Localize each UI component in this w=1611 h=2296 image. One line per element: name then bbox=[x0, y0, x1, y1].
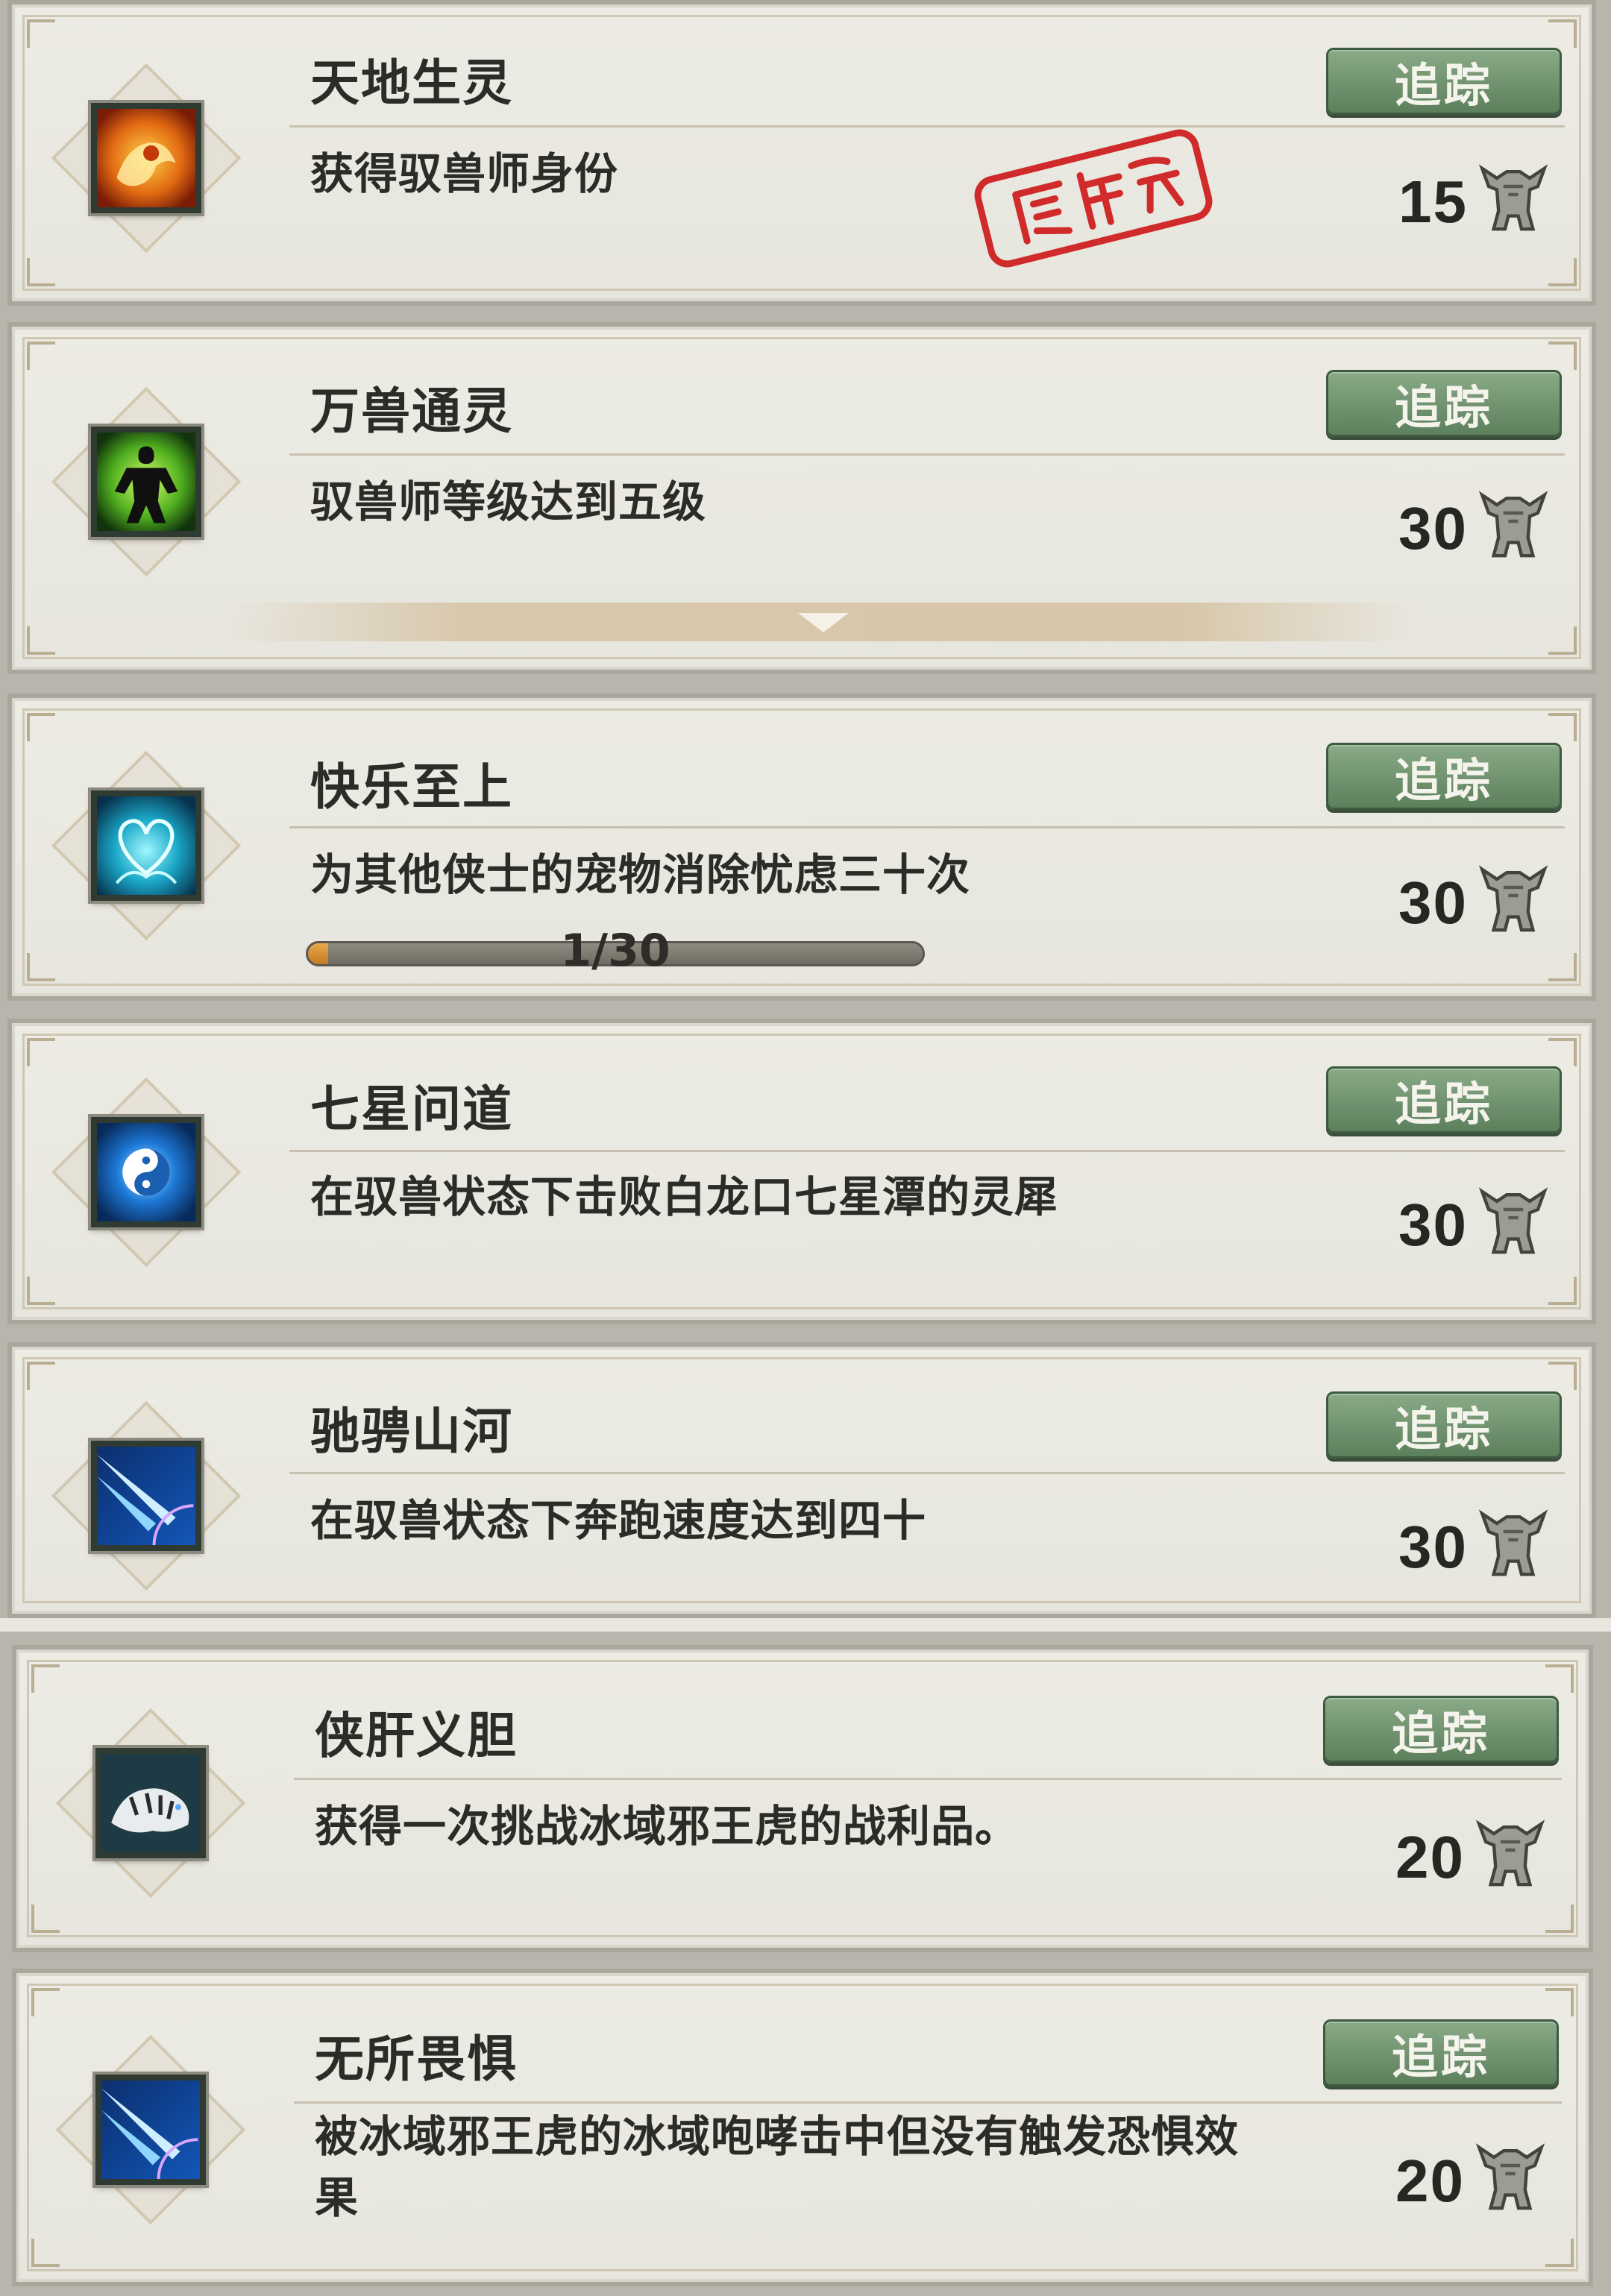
vessel-icon bbox=[1478, 865, 1548, 932]
reward-points: 30 bbox=[1398, 1514, 1468, 1580]
achievement-icon-frame bbox=[51, 386, 242, 577]
completed-stamp bbox=[974, 129, 1213, 268]
light-streak-icon bbox=[95, 2075, 206, 2185]
spirit-heart-icon bbox=[91, 790, 201, 901]
track-button[interactable]: 追踪 bbox=[1323, 2019, 1559, 2086]
track-button[interactable]: 追踪 bbox=[1323, 1696, 1559, 1763]
achievement-title: 快乐至上 bbox=[310, 758, 513, 816]
reward: 30 bbox=[1398, 855, 1554, 937]
track-button[interactable]: 追踪 bbox=[1326, 370, 1562, 437]
achievement-icon-frame bbox=[51, 63, 242, 254]
achievement-icon-frame bbox=[55, 1708, 246, 1899]
reward-points: 30 bbox=[1398, 495, 1468, 562]
track-button[interactable]: 追踪 bbox=[1326, 1391, 1562, 1459]
reward: 20 bbox=[1395, 1809, 1551, 1891]
vessel-icon bbox=[1478, 1509, 1548, 1576]
achievement-title: 驰骋山河 bbox=[310, 1403, 513, 1460]
achievement-desc: 驭兽师等级达到五级 bbox=[310, 477, 707, 527]
achievement-icon-frame bbox=[51, 750, 242, 941]
vessel-icon bbox=[1478, 1187, 1548, 1254]
reward: 20 bbox=[1395, 2133, 1551, 2215]
reward: 30 bbox=[1398, 1177, 1554, 1259]
achievement-icon-frame bbox=[51, 1400, 242, 1591]
achievement-desc: 在驭兽状态下奔跑速度达到四十 bbox=[310, 1495, 927, 1546]
reward-points: 20 bbox=[1395, 1824, 1465, 1890]
achievement-card: 侠肝义胆 获得一次挑战冰域邪王虎的战利品。 追踪 20 bbox=[12, 1645, 1593, 1952]
track-button[interactable]: 追踪 bbox=[1326, 1066, 1562, 1133]
achievement-title: 天地生灵 bbox=[310, 54, 513, 112]
reward-points: 30 bbox=[1398, 869, 1468, 936]
chevron-down-icon[interactable] bbox=[798, 613, 849, 632]
yin-yang-icon bbox=[91, 1117, 201, 1227]
achievement-icon-frame bbox=[55, 2034, 246, 2225]
achievement-card: 无所畏惧 被冰域邪王虎的冰域咆哮击中但没有触发恐惧效果 追踪 20 bbox=[12, 1969, 1593, 2286]
achievement-desc: 被冰域邪王虎的冰域咆哮击中但没有触发恐惧效果 bbox=[315, 2111, 1240, 2223]
white-tiger-icon bbox=[95, 1748, 206, 1858]
track-button[interactable]: 追踪 bbox=[1326, 48, 1562, 115]
achievement-desc: 获得一次挑战冰域邪王虎的战利品。 bbox=[315, 1801, 1020, 1852]
achievement-title: 万兽通灵 bbox=[310, 383, 513, 440]
progress-text: 1/30 bbox=[560, 925, 671, 977]
achievement-desc: 获得驭兽师身份 bbox=[310, 148, 619, 199]
shadow-beast-master-icon bbox=[91, 427, 201, 537]
reward: 15 bbox=[1398, 154, 1554, 236]
vessel-icon bbox=[1478, 491, 1548, 558]
achievement-desc: 在驭兽状态下击败白龙口七星潭的灵犀 bbox=[310, 1171, 1059, 1222]
achievement-icon-frame bbox=[51, 1077, 242, 1268]
achievement-card: 天地生灵 获得驭兽师身份 追踪 15 bbox=[7, 0, 1596, 306]
achievement-title: 七星问道 bbox=[310, 1081, 513, 1138]
reward: 30 bbox=[1398, 480, 1554, 562]
achievement-title: 侠肝义胆 bbox=[315, 1707, 518, 1764]
track-button[interactable]: 追踪 bbox=[1326, 743, 1562, 810]
achievement-card: 七星问道 在驭兽状态下击败白龙口七星潭的灵犀 追踪 30 bbox=[7, 1019, 1596, 1324]
vessel-icon bbox=[1475, 1819, 1545, 1887]
achievement-card: 驰骋山河 在驭兽状态下奔跑速度达到四十 追踪 30 bbox=[7, 1342, 1596, 1618]
achievement-desc: 为其他侠士的宠物消除忧虑三十次 bbox=[310, 849, 971, 900]
achievement-title: 无所畏惧 bbox=[315, 2031, 518, 2088]
light-streak-icon bbox=[91, 1441, 201, 1551]
reward-points: 30 bbox=[1398, 1192, 1468, 1258]
reward: 30 bbox=[1398, 1499, 1554, 1581]
vessel-icon bbox=[1478, 164, 1548, 231]
reward-points: 20 bbox=[1395, 2148, 1465, 2214]
golden-lion-icon bbox=[91, 103, 201, 213]
vessel-icon bbox=[1475, 2143, 1545, 2210]
reward-points: 15 bbox=[1398, 169, 1468, 235]
